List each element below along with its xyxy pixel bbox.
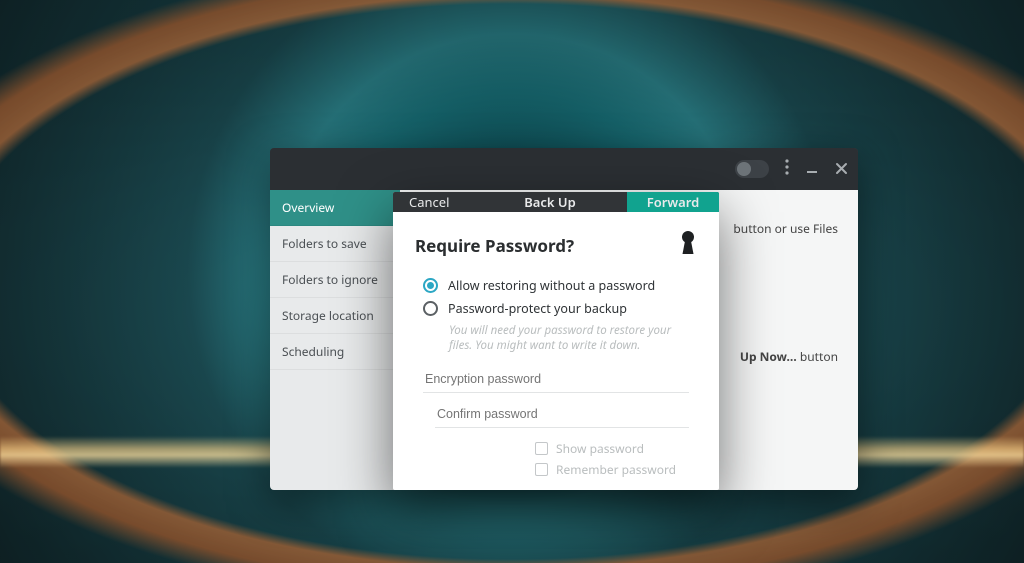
sidebar-item-label: Storage location (282, 307, 374, 324)
minimize-icon[interactable] (805, 158, 819, 180)
checkbox-icon (535, 442, 548, 455)
checkbox-label: Show password (556, 440, 644, 457)
cancel-label: Cancel (409, 193, 449, 211)
app-titlebar[interactable] (270, 148, 858, 190)
radio-icon (423, 301, 438, 316)
keyhole-icon (679, 230, 697, 261)
radio-label: Password-protect your backup (448, 300, 627, 317)
require-password-dialog: Cancel Back Up Forward Require Password?… (393, 192, 719, 490)
automatic-backup-toggle[interactable] (735, 160, 769, 178)
sidebar-item-label: Folders to ignore (282, 271, 378, 288)
content-hint-upnow: Up Now… button (740, 348, 838, 365)
dialog-title: Back Up (473, 192, 627, 212)
kebab-menu-icon[interactable] (785, 158, 789, 180)
remember-password-checkbox[interactable]: Remember password (535, 461, 697, 478)
sidebar-item-label: Folders to save (282, 235, 367, 252)
checkbox-label: Remember password (556, 461, 676, 478)
password-protect-help: You will need your password to restore y… (449, 323, 697, 354)
dialog-header: Cancel Back Up Forward (393, 192, 719, 212)
radio-allow-no-password[interactable]: Allow restoring without a password (423, 277, 697, 294)
radio-label: Allow restoring without a password (448, 277, 655, 294)
forward-label: Forward (647, 193, 700, 211)
sidebar-item-folders-ignore[interactable]: Folders to ignore (270, 262, 400, 298)
sidebar-item-label: Scheduling (282, 343, 344, 360)
sidebar-item-label: Overview (282, 199, 334, 216)
radio-icon (423, 278, 438, 293)
sidebar-item-scheduling[interactable]: Scheduling (270, 334, 400, 370)
encryption-password-input[interactable] (423, 366, 689, 393)
checkbox-icon (535, 463, 548, 476)
radio-password-protect[interactable]: Password-protect your backup (423, 300, 697, 317)
show-password-checkbox[interactable]: Show password (535, 440, 697, 457)
dialog-heading: Require Password? (415, 234, 574, 257)
forward-button[interactable]: Forward (627, 192, 719, 212)
sidebar-item-folders-save[interactable]: Folders to save (270, 226, 400, 262)
desktop-wallpaper: Overview Folders to save Folders to igno… (0, 0, 1024, 563)
sidebar-item-storage-location[interactable]: Storage location (270, 298, 400, 334)
cancel-button[interactable]: Cancel (393, 192, 473, 212)
content-hint-files: button or use Files (733, 220, 838, 237)
sidebar-item-overview[interactable]: Overview (270, 190, 400, 226)
close-icon[interactable] (835, 158, 848, 180)
dialog-body: Require Password? Allow restoring withou… (393, 212, 719, 490)
dialog-heading-row: Require Password? (415, 230, 697, 261)
sidebar: Overview Folders to save Folders to igno… (270, 190, 400, 490)
confirm-password-input[interactable] (435, 401, 689, 428)
